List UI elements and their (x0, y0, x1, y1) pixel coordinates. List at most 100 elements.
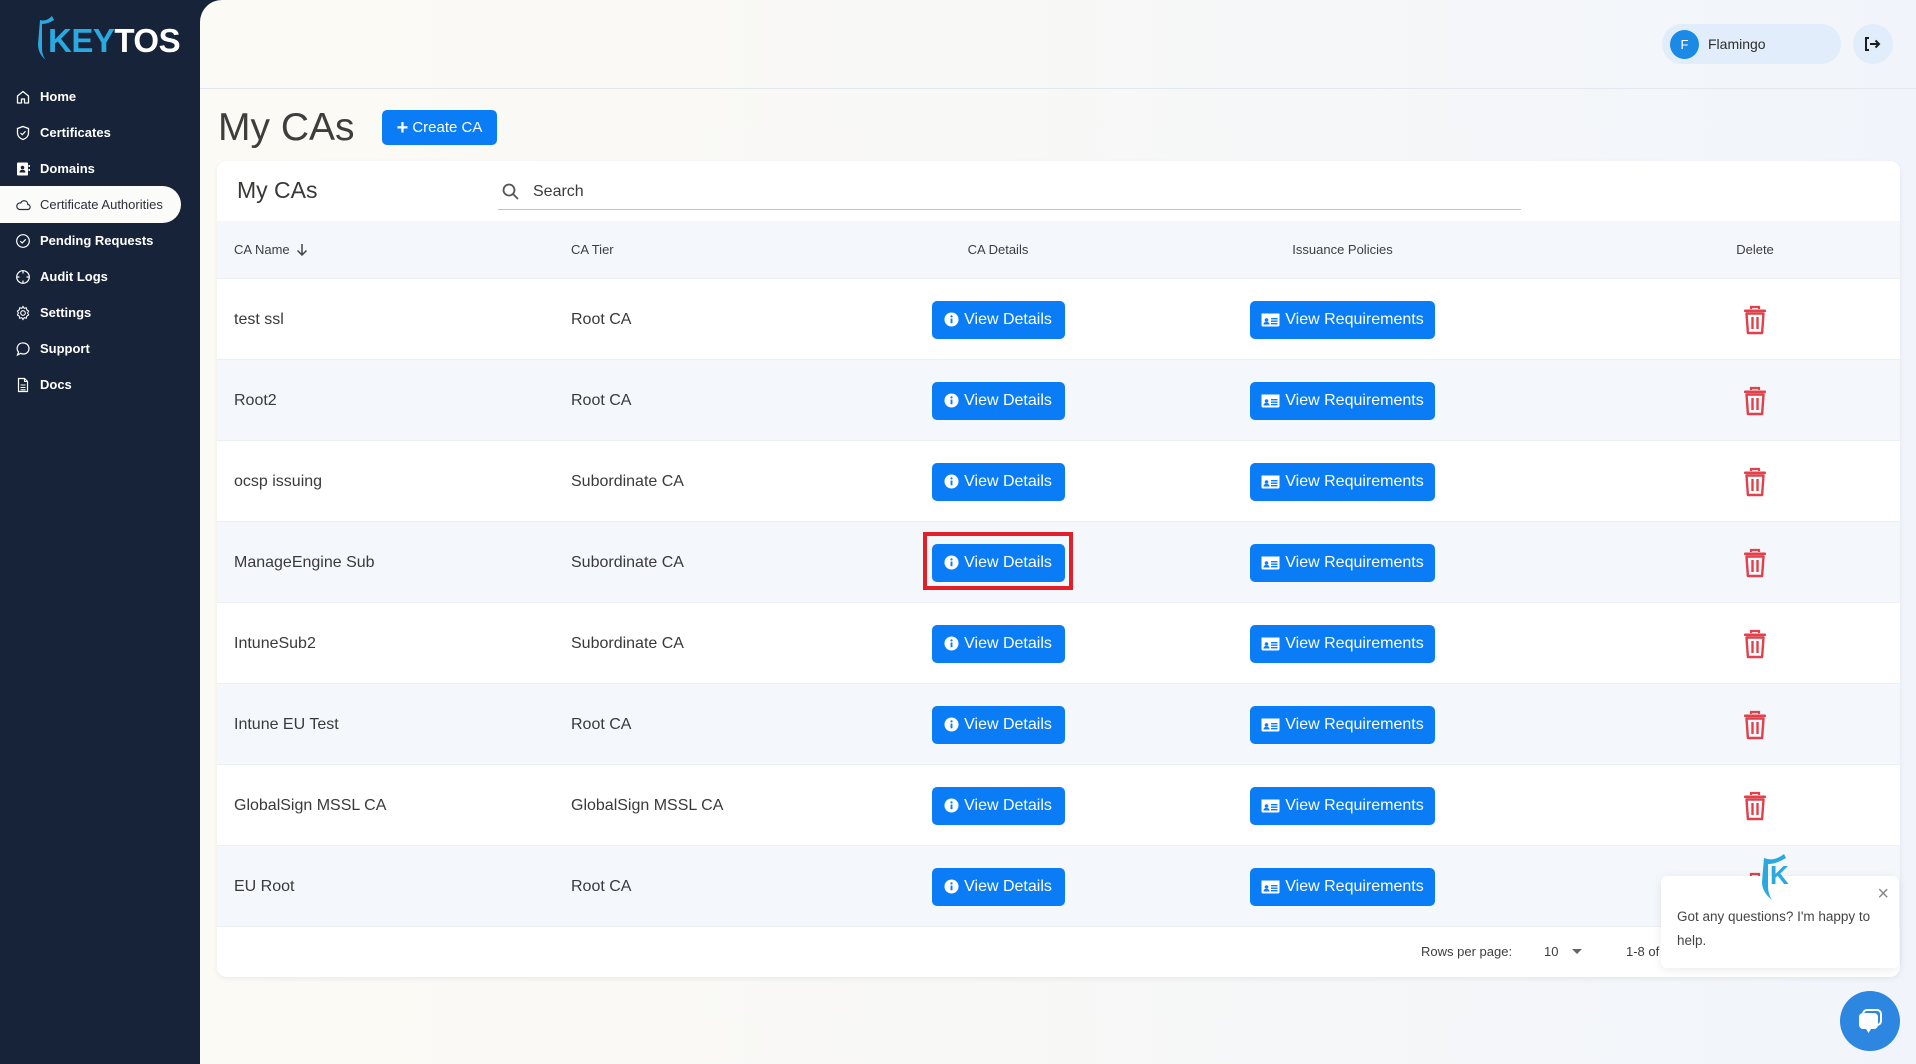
sidebar-item-settings[interactable]: Settings (0, 294, 181, 331)
info-icon (944, 393, 959, 408)
delete-cell (1725, 522, 1785, 603)
id-card-icon (1261, 799, 1280, 813)
issuance-policies-cell: View Requirements (1250, 603, 1435, 684)
ca-name: Intune EU Test (234, 715, 339, 733)
ca-name: EU Root (234, 877, 295, 895)
close-icon[interactable]: × (1877, 884, 1889, 904)
id-card-icon (1261, 475, 1280, 489)
main-content: F Flamingo My CAs + Create CA My CAs CA … (200, 0, 1916, 1064)
view-details-label: View Details (964, 877, 1052, 895)
user-menu[interactable]: F Flamingo (1662, 24, 1841, 64)
view-requirements-button[interactable]: View Requirements (1250, 381, 1435, 420)
keytos-logo[interactable]: KEYTOS (34, 14, 181, 64)
trash-icon[interactable] (1742, 548, 1768, 578)
card-title: My CAs (237, 177, 318, 203)
trash-icon[interactable] (1742, 629, 1768, 659)
avatar: F (1670, 29, 1699, 59)
search-field[interactable] (498, 175, 1521, 210)
view-requirements-button[interactable]: View Requirements (1250, 462, 1435, 501)
ca-details-cell: View Details (925, 765, 1071, 846)
sidebar-item-audit-logs[interactable]: Audit Logs (0, 258, 181, 295)
ca-name-cell: Intune EU Test (234, 684, 339, 765)
view-requirements-button[interactable]: View Requirements (1250, 705, 1435, 744)
logout-button[interactable] (1853, 24, 1893, 64)
sidebar-item-pending-requests[interactable]: Pending Requests (0, 222, 181, 259)
ca-name-cell: EU Root (234, 846, 294, 927)
ca-name: ManageEngine Sub (234, 553, 375, 571)
ca-tier-cell: Root CA (571, 846, 631, 927)
sidebar-item-certificate-authorities[interactable]: Certificate Authorities (0, 186, 181, 223)
ca-name: ocsp issuing (234, 472, 323, 490)
column-label: CA Details (967, 242, 1029, 257)
trash-icon[interactable] (1742, 791, 1768, 821)
view-requirements-button[interactable]: View Requirements (1250, 786, 1435, 825)
rows-per-page-select[interactable]: 10 (1544, 944, 1583, 959)
table-row: Root2 Root CA View Details View Requirement… (217, 359, 1900, 440)
ca-tier: Root CA (571, 877, 632, 895)
sidebar-item-docs[interactable]: Docs (0, 366, 181, 403)
view-details-button[interactable]: View Details (931, 462, 1065, 501)
chat-launcher-button[interactable] (1840, 991, 1900, 1051)
view-requirements-label: View Requirements (1285, 472, 1424, 490)
view-details-button[interactable]: View Details (931, 381, 1065, 420)
ca-details-cell: View Details (925, 846, 1071, 927)
column-label: Issuance Policies (1292, 242, 1393, 257)
sidebar-item-domains[interactable]: Domains (0, 150, 181, 187)
column-header-ca-name[interactable]: CA Name (234, 221, 308, 278)
column-header-delete: Delete (1725, 221, 1785, 278)
ca-name-cell: test ssl (234, 279, 284, 360)
home-icon (15, 89, 31, 105)
sidebar-item-label: Settings (40, 305, 92, 320)
info-icon (944, 474, 959, 489)
delete-cell (1725, 360, 1785, 441)
info-icon (944, 312, 959, 327)
issuance-policies-cell: View Requirements (1250, 522, 1435, 603)
trash-icon[interactable] (1742, 710, 1768, 740)
search-input[interactable] (533, 183, 1433, 201)
ca-table-card: My CAs CA Name CA Tier CA Details Issuan… (217, 161, 1900, 977)
view-requirements-button[interactable]: View Requirements (1250, 543, 1435, 582)
view-details-button[interactable]: View Details (931, 705, 1065, 744)
id-card-icon (1261, 718, 1280, 732)
document-icon (15, 377, 31, 393)
crosshair-icon (15, 269, 31, 285)
view-requirements-button[interactable]: View Requirements (1250, 624, 1435, 663)
sort-arrow-down-icon[interactable] (296, 243, 308, 257)
ca-tier: GlobalSign MSSL CA (571, 796, 724, 814)
ca-tier: Subordinate CA (571, 553, 684, 571)
view-requirements-label: View Requirements (1285, 310, 1424, 328)
info-icon (944, 717, 959, 732)
ca-name-cell: IntuneSub2 (234, 603, 316, 684)
view-requirements-button[interactable]: View Requirements (1250, 300, 1435, 339)
sidebar-item-label: Docs (40, 377, 72, 392)
view-details-button[interactable]: View Details (931, 786, 1065, 825)
table-row: IntuneSub2 Subordinate CA View Details View… (217, 602, 1900, 683)
view-details-button[interactable]: View Details (931, 624, 1065, 663)
trash-icon[interactable] (1742, 467, 1768, 497)
trash-icon[interactable] (1742, 305, 1768, 335)
view-details-button[interactable]: View Details (931, 300, 1065, 339)
column-header-ca-tier: CA Tier (571, 221, 614, 278)
caret-down-icon (1572, 949, 1583, 954)
delete-cell (1725, 279, 1785, 360)
id-card-icon (1261, 637, 1280, 651)
ca-tier: Root CA (571, 310, 632, 328)
ca-tier-cell: Root CA (571, 279, 631, 360)
create-ca-button[interactable]: + Create CA (382, 110, 497, 145)
sidebar-item-support[interactable]: Support (0, 330, 181, 367)
info-icon (944, 798, 959, 813)
column-header-issuance-policies: Issuance Policies (1250, 221, 1435, 278)
view-details-label: View Details (964, 472, 1052, 490)
search-icon (502, 183, 519, 200)
sidebar-item-certificates[interactable]: Certificates (0, 114, 181, 151)
sidebar-item-home[interactable]: Home (0, 78, 181, 115)
table-row: ocsp issuing Subordinate CA View Details Vi… (217, 440, 1900, 521)
info-icon (944, 879, 959, 894)
view-requirements-button[interactable]: View Requirements (1250, 867, 1435, 906)
ca-tier-cell: GlobalSign MSSL CA (571, 765, 723, 846)
view-details-button[interactable]: View Details (931, 867, 1065, 906)
view-requirements-label: View Requirements (1285, 715, 1424, 733)
trash-icon[interactable] (1742, 386, 1768, 416)
issuance-policies-cell: View Requirements (1250, 684, 1435, 765)
cloud-icon (15, 197, 31, 213)
